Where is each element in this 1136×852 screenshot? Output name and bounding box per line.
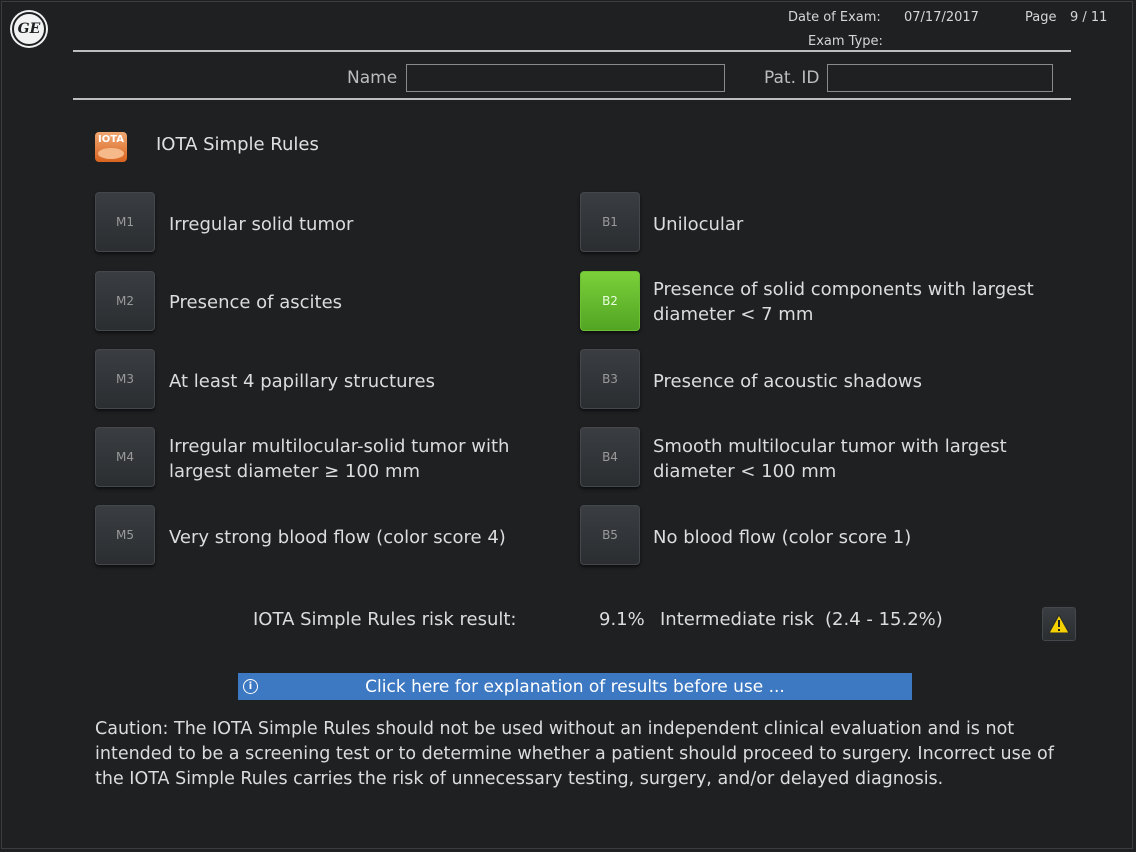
header-divider-bottom: [73, 98, 1071, 100]
exam-type-label: Exam Type:: [808, 34, 883, 49]
rule-text-b5: No blood flow (color score 1): [653, 527, 912, 548]
rule-button-b2[interactable]: B2: [580, 271, 640, 331]
rule-button-b5[interactable]: B5: [580, 505, 640, 565]
rule-text-m3: At least 4 papillary structures: [169, 371, 435, 392]
explanation-button-label: Click here for explanation of results be…: [365, 676, 785, 697]
name-label: Name: [347, 68, 398, 88]
name-field[interactable]: [406, 64, 725, 92]
rule-button-m2[interactable]: M2: [95, 271, 155, 331]
page-label: Page: [1025, 10, 1057, 25]
pat-id-field[interactable]: [827, 64, 1053, 92]
rule-text-m4: Irregular multilocular-solid tumor with …: [169, 436, 510, 482]
risk-label: IOTA Simple Rules risk result:: [253, 609, 517, 630]
rule-text-m1: Irregular solid tumor: [169, 214, 354, 235]
rule-button-m3[interactable]: M3: [95, 349, 155, 409]
iota-icon-label: IOTA: [97, 134, 124, 145]
info-icon: i: [243, 679, 258, 694]
risk-category: Intermediate risk: [660, 609, 815, 630]
ge-logo: GE: [12, 12, 46, 46]
rule-text-m2: Presence of ascites: [169, 292, 343, 313]
header-divider-top: [73, 50, 1071, 52]
rule-text-b2: Presence of solid components with larges…: [653, 279, 1034, 325]
rule-button-b4[interactable]: B4: [580, 427, 640, 487]
warning-button[interactable]: [1042, 607, 1076, 641]
date-of-exam-label: Date of Exam:: [788, 10, 881, 25]
risk-percent: 9.1%: [599, 609, 645, 630]
risk-range: (2.4 - 15.2%): [825, 609, 943, 630]
iota-icon-shape: [98, 148, 124, 159]
page-value: 9 / 11: [1070, 10, 1108, 25]
pat-id-label: Pat. ID: [764, 68, 820, 88]
rule-text-b4: Smooth multilocular tumor with largest d…: [653, 436, 1007, 482]
iota-icon: IOTA: [95, 132, 127, 162]
rule-button-m5[interactable]: M5: [95, 505, 155, 565]
warning-icon: [1048, 614, 1070, 634]
rule-button-m4[interactable]: M4: [95, 427, 155, 487]
rule-button-b3[interactable]: B3: [580, 349, 640, 409]
rule-text-m5: Very strong blood flow (color score 4): [169, 527, 506, 548]
rule-text-b3: Presence of acoustic shadows: [653, 371, 922, 392]
rule-button-m1[interactable]: M1: [95, 192, 155, 252]
rule-button-b1[interactable]: B1: [580, 192, 640, 252]
date-of-exam-value: 07/17/2017: [904, 10, 979, 25]
explanation-button[interactable]: i Click here for explanation of results …: [238, 673, 912, 700]
section-title: IOTA Simple Rules: [156, 134, 319, 155]
caution-text: Caution: The IOTA Simple Rules should no…: [95, 719, 1054, 789]
rule-text-b1: Unilocular: [653, 214, 744, 235]
